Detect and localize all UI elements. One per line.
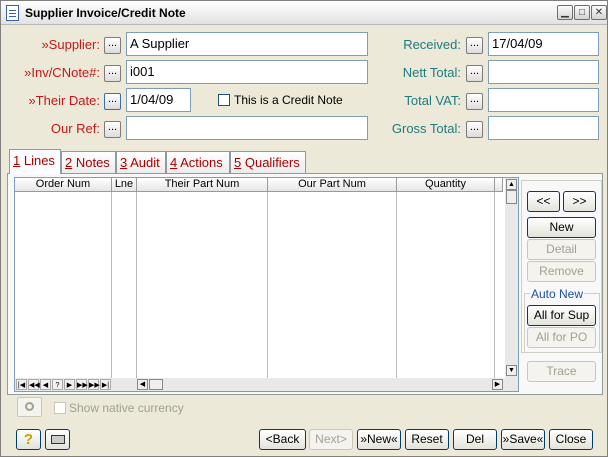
prev-line-button[interactable]: << (527, 191, 560, 212)
all-for-sup-button[interactable]: All for Sup (527, 305, 596, 326)
question-icon: ? (23, 431, 34, 448)
save-button[interactable]: »Save« (501, 429, 545, 450)
their-date-field[interactable]: 1/04/09 (126, 88, 191, 112)
received-lookup-button[interactable]: ... (466, 37, 483, 54)
print-button[interactable] (45, 429, 70, 450)
their-date-label: »Their Date: (28, 93, 100, 108)
grid-divider (111, 192, 112, 378)
delete-button[interactable]: Del (453, 429, 497, 450)
column-header-quantity[interactable]: Quantity (397, 178, 495, 192)
maximize-button[interactable]: □ (574, 5, 590, 20)
received-field[interactable]: 17/04/09 (488, 32, 599, 56)
trace-button[interactable]: Trace (527, 361, 596, 382)
nav-next-page-icon[interactable]: ▶▶ (76, 379, 88, 390)
nett-total-field[interactable] (488, 60, 599, 84)
magnifier-icon (25, 402, 34, 411)
next-line-button[interactable]: >> (563, 191, 596, 212)
nav-search-icon[interactable]: ? (52, 379, 63, 390)
reset-button[interactable]: Reset (405, 429, 449, 450)
tab-actions[interactable]: 4 Actions (166, 151, 230, 173)
close-window-button[interactable]: ✕ (591, 5, 607, 20)
grid-divider (494, 192, 495, 378)
nav-first-icon[interactable]: |◀ (16, 379, 27, 390)
inv-lookup-button[interactable]: ... (104, 65, 121, 82)
nav-last-icon[interactable]: ▶▶| (88, 379, 102, 390)
column-header-lne[interactable]: Lne (112, 178, 137, 192)
grid-bottom-bar: |◀ ◀◀ ◀ ? ▶ ▶▶ ▶▶| ▶| ◀ ▶ (15, 378, 518, 391)
hscroll-thumb[interactable] (149, 379, 163, 390)
tab-audit[interactable]: 3 Audit (116, 151, 166, 173)
window-title: Supplier Invoice/Credit Note (25, 6, 186, 20)
remove-button[interactable]: Remove (527, 261, 596, 282)
column-header-their-part-num[interactable]: Their Part Num (137, 178, 268, 192)
help-button[interactable]: ? (16, 429, 41, 450)
gross-total-field[interactable] (488, 116, 599, 140)
column-header-spacer (495, 178, 503, 192)
total-vat-button[interactable]: ... (466, 93, 483, 110)
received-label: Received: (403, 37, 461, 52)
credit-note-label: This is a Credit Note (234, 93, 343, 107)
tab-qualifiers[interactable]: 5 Qualifiers (230, 151, 306, 173)
auto-new-label: Auto New (530, 287, 585, 301)
tab-notes[interactable]: 2 Notes (61, 151, 116, 173)
invoice-window: Supplier Invoice/Credit Note ▁ □ ✕ »Supp… (0, 0, 608, 457)
nav-prev-page-icon[interactable]: ◀◀ (28, 379, 40, 390)
nett-total-label: Nett Total: (402, 65, 461, 80)
grid-divider (396, 192, 397, 378)
gross-total-label: Gross Total: (391, 121, 461, 136)
inv-cnote-label: »Inv/CNote#: (24, 65, 100, 80)
currency-lookup-button[interactable] (17, 397, 42, 417)
gross-total-button[interactable]: ... (466, 121, 483, 138)
grid-divider (136, 192, 137, 378)
our-ref-field[interactable] (126, 116, 368, 140)
grid-divider (267, 192, 268, 378)
nav-end-icon[interactable]: ▶| (100, 379, 111, 390)
printer-icon (50, 435, 65, 444)
inv-cnote-field[interactable]: i001 (126, 60, 368, 84)
close-button[interactable]: Close (549, 429, 593, 450)
scroll-left-icon[interactable]: ◀ (137, 379, 148, 390)
our-ref-label: Our Ref: (50, 121, 100, 136)
show-native-currency-label: Show native currency (69, 401, 184, 415)
new-record-button[interactable]: »New« (357, 429, 401, 450)
supplier-field[interactable]: A Supplier (126, 32, 368, 56)
our-ref-lookup-button[interactable]: ... (104, 121, 121, 138)
detail-button[interactable]: Detail (527, 239, 596, 260)
lines-grid[interactable]: Order Num Lne Their Part Num Our Part Nu… (14, 177, 519, 392)
tab-lines[interactable]: 1 Lines (9, 149, 61, 174)
title-bar: Supplier Invoice/Credit Note ▁ □ ✕ (1, 1, 607, 25)
nav-next-icon[interactable]: ▶ (64, 379, 75, 390)
scroll-thumb[interactable] (506, 190, 517, 204)
scroll-up-icon[interactable]: ▲ (506, 179, 517, 190)
minimize-button[interactable]: ▁ (557, 5, 573, 20)
back-button[interactable]: <Back (259, 429, 306, 450)
column-header-our-part-num[interactable]: Our Part Num (268, 178, 397, 192)
nav-prev-icon[interactable]: ◀ (40, 379, 51, 390)
document-icon (6, 5, 19, 21)
vertical-scrollbar[interactable]: ▲ ▼ (505, 178, 518, 378)
scroll-down-icon[interactable]: ▼ (506, 365, 517, 376)
new-line-button[interactable]: New (527, 217, 596, 238)
credit-note-checkbox[interactable] (218, 94, 230, 106)
all-for-po-button[interactable]: All for PO (527, 327, 596, 348)
column-header-order-num[interactable]: Order Num (15, 178, 112, 192)
their-date-picker-button[interactable]: ... (104, 93, 121, 110)
supplier-lookup-button[interactable]: ... (104, 37, 121, 54)
total-vat-label: Total VAT: (404, 93, 461, 108)
scroll-right-icon[interactable]: ▶ (492, 379, 503, 390)
supplier-label: »Supplier: (41, 37, 100, 52)
total-vat-field[interactable] (488, 88, 599, 112)
show-native-currency-checkbox[interactable] (54, 402, 66, 414)
nett-total-button[interactable]: ... (466, 65, 483, 82)
next-button[interactable]: Next> (309, 429, 353, 450)
